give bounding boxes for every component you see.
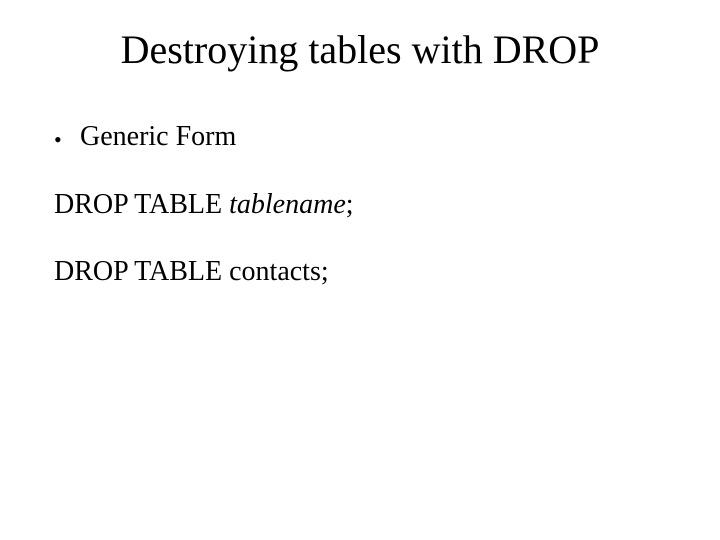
slide-title: Destroying tables with DROP bbox=[0, 26, 720, 73]
bullet-item: • Generic Form bbox=[54, 120, 666, 154]
bullet-icon: • bbox=[54, 129, 80, 151]
code-line-example: DROP TABLE contacts; bbox=[54, 255, 666, 289]
code-line-generic: DROP TABLE tablename; bbox=[54, 188, 666, 222]
code-text-prefix: DROP TABLE bbox=[54, 189, 229, 220]
bullet-text: Generic Form bbox=[80, 120, 236, 154]
slide: Destroying tables with DROP • Generic Fo… bbox=[0, 0, 720, 540]
code-text-suffix: ; bbox=[346, 189, 354, 220]
code-text-italic: tablename bbox=[229, 189, 346, 220]
slide-body: • Generic Form DROP TABLE tablename; DRO… bbox=[54, 120, 666, 323]
